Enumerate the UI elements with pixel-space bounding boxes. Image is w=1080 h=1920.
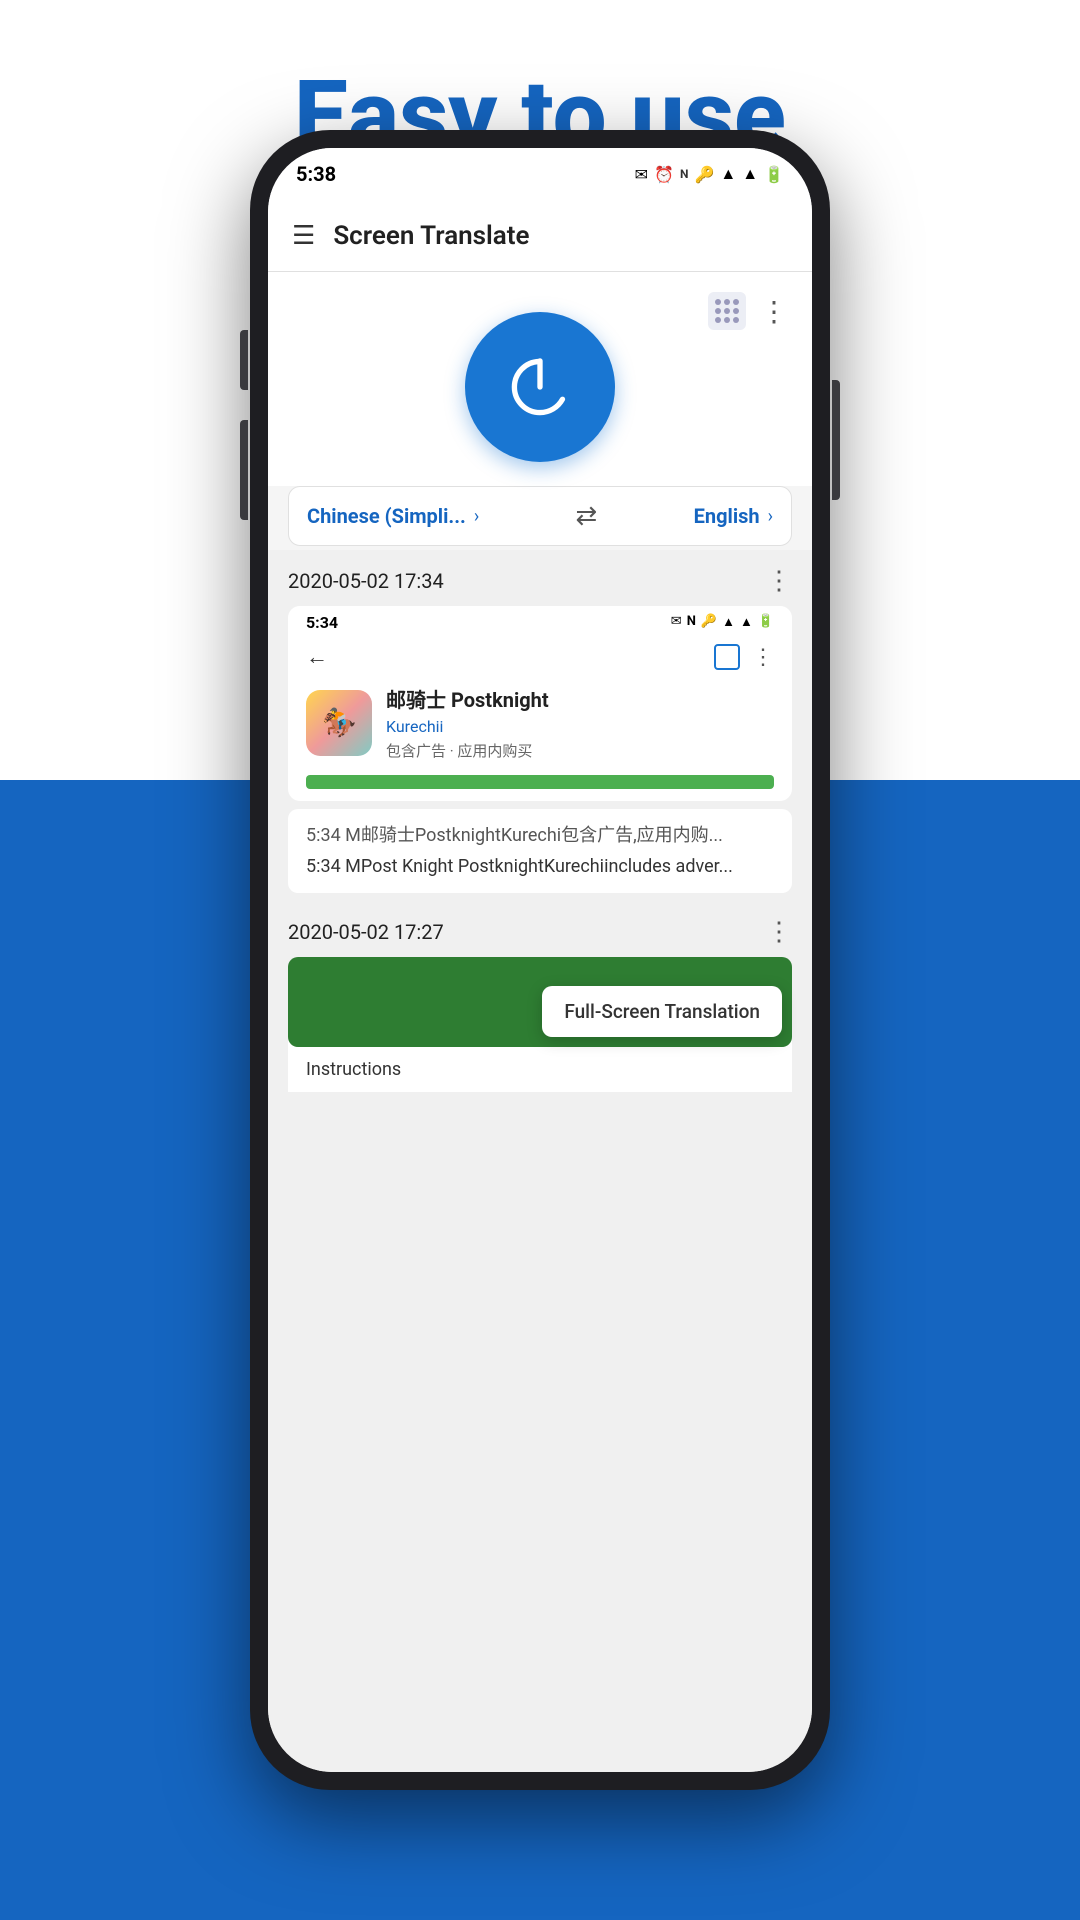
mini-more-icon: ⋮ — [752, 645, 774, 670]
mini-back-icon: ← — [306, 644, 328, 670]
app-icon: 🏇 — [306, 690, 372, 756]
mini-battery-icon: 🔋 — [758, 614, 774, 630]
status-bar: 5:38 ✉ ⏰ N 🔑 ▲ ▲ 🔋 — [268, 148, 812, 200]
history-header-2: 2020-05-02 17:27 ⋮ — [288, 901, 792, 957]
target-lang-chevron: › — [768, 506, 773, 527]
target-language-label: English — [694, 504, 760, 528]
app-details: 邮骑士 Postknight Kurechii 包含广告 · 应用内购买 — [386, 684, 549, 761]
mail-icon: ✉ — [635, 165, 648, 184]
mini-actions: ⋮ — [714, 644, 774, 670]
battery-icon: 🔋 — [764, 165, 784, 184]
toolbar-icons: ⋮ — [708, 292, 788, 330]
dark-green-bg: Full-Screen Translation — [288, 957, 792, 1047]
mini-key-icon: 🔑 — [701, 614, 717, 630]
screenshot-select-icon[interactable] — [708, 292, 746, 330]
history-item-2: 2020-05-02 17:27 ⋮ Full-Screen Translati… — [288, 901, 792, 1092]
original-text-1: 5:34 M邮骑士PostknightKurechi包含广告,应用内购... — [306, 823, 774, 848]
mini-time: 5:34 — [306, 613, 338, 632]
signal-icon: ▲ — [742, 164, 758, 184]
more-options-icon[interactable]: ⋮ — [760, 295, 788, 328]
full-screen-translation-tooltip: Full-Screen Translation — [542, 986, 782, 1037]
mini-wifi-icon: ▲ — [722, 614, 735, 630]
mini-status-bar: 5:34 ✉ N 🔑 ▲ ▲ 🔋 — [288, 606, 792, 638]
source-lang-chevron: › — [474, 506, 479, 527]
app-developer: Kurechii — [386, 717, 549, 736]
app-meta: 包含广告 · 应用内购买 — [386, 740, 549, 761]
mini-status-icons: ✉ N 🔑 ▲ ▲ 🔋 — [671, 614, 774, 630]
wifi-icon: ▲ — [720, 164, 736, 184]
history-area: 2020-05-02 17:34 ⋮ 5:34 ✉ N 🔑 ▲ — [268, 550, 812, 1772]
screenshot-card-1: 5:34 ✉ N 🔑 ▲ ▲ 🔋 ← — [288, 606, 792, 801]
instructions-label: Instructions — [288, 1047, 792, 1092]
source-language-label: Chinese (Simpli... — [307, 504, 466, 528]
status-icons: ✉ ⏰ N 🔑 ▲ ▲ 🔋 — [635, 164, 784, 184]
power-icon — [500, 347, 580, 427]
volume-down-button — [240, 420, 248, 520]
source-language-button[interactable]: Chinese (Simpli... › — [307, 504, 479, 528]
instructions-text: Instructions — [306, 1059, 401, 1080]
mini-nfc-icon: N — [687, 614, 696, 630]
power-section: ⋮ — [268, 272, 812, 486]
alarm-icon: ⏰ — [654, 165, 674, 184]
history-timestamp-1: 2020-05-02 17:34 — [288, 569, 444, 593]
mini-toolbar: ← ⋮ — [288, 638, 792, 676]
power-button — [832, 380, 840, 500]
translated-text-1: 5:34 MPost Knight PostknightKurechiinclu… — [306, 854, 774, 879]
app-name: 邮骑士 Postknight — [386, 684, 549, 713]
volume-up-button — [240, 330, 248, 390]
mini-signal-icon: ▲ — [740, 614, 753, 630]
app-title: Screen Translate — [333, 221, 529, 251]
download-bar — [306, 775, 774, 789]
history-more-2[interactable]: ⋮ — [766, 917, 792, 947]
swap-languages-icon[interactable]: ⇄ — [576, 501, 598, 531]
app-info-row: 🏇 邮骑士 Postknight Kurechii 包含广告 · 应用内购买 — [288, 676, 792, 775]
tooltip-text: Full-Screen Translation — [564, 1000, 760, 1023]
history-header-1: 2020-05-02 17:34 ⋮ — [288, 550, 792, 606]
history-more-1[interactable]: ⋮ — [766, 566, 792, 596]
translation-text-1: 5:34 M邮骑士PostknightKurechi包含广告,应用内购... 5… — [288, 809, 792, 893]
menu-icon[interactable]: ☰ — [292, 221, 315, 251]
app-bar: ☰ Screen Translate — [268, 200, 812, 272]
history-timestamp-2: 2020-05-02 17:27 — [288, 920, 444, 944]
mini-screenshot-icon — [714, 644, 740, 670]
screenshot-card-2: Full-Screen Translation Instructions — [288, 957, 792, 1092]
status-time: 5:38 — [296, 162, 336, 186]
nfc-icon: N — [680, 167, 688, 181]
history-item-1: 2020-05-02 17:34 ⋮ 5:34 ✉ N 🔑 ▲ — [288, 550, 792, 893]
key-icon: 🔑 — [694, 165, 714, 184]
language-selector[interactable]: Chinese (Simpli... › ⇄ English › — [288, 486, 792, 546]
mini-mail-icon: ✉ — [671, 614, 682, 630]
power-button-main[interactable] — [465, 312, 615, 462]
target-language-button[interactable]: English › — [694, 504, 773, 528]
